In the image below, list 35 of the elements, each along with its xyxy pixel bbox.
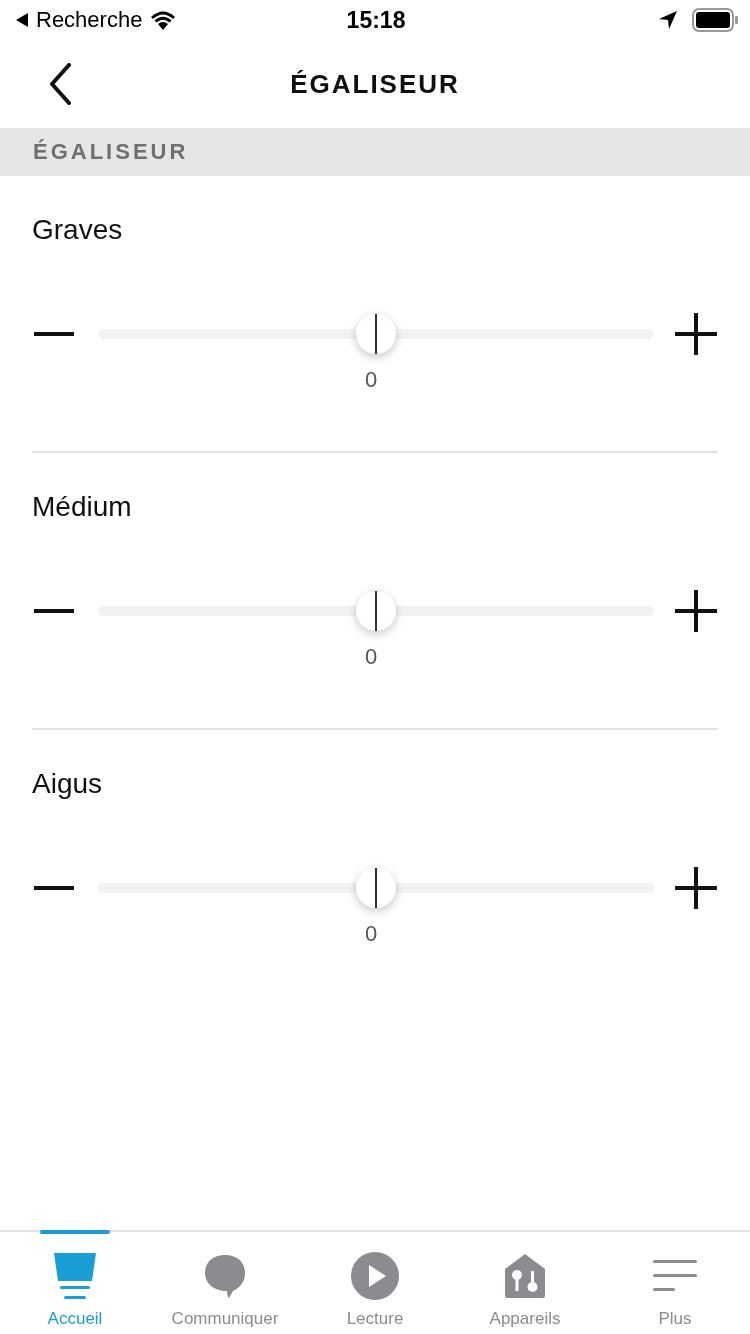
band-label: Médium: [32, 490, 132, 524]
play-icon: [350, 1251, 400, 1301]
location-arrow-icon: [658, 10, 678, 30]
band-label: Aigus: [32, 767, 103, 801]
back-triangle-icon[interactable]: [14, 12, 30, 28]
increase-button[interactable]: [674, 866, 718, 910]
menu-icon: [652, 1258, 698, 1294]
plus-icon: [675, 313, 717, 355]
section-title: ÉGALISEUR: [33, 139, 189, 165]
slider-thumb[interactable]: [356, 591, 396, 631]
speech-bubble-icon: [203, 1253, 247, 1299]
minus-icon: [34, 609, 74, 613]
minus-icon: [34, 886, 74, 890]
plus-icon: [675, 590, 717, 632]
plus-icon: [675, 867, 717, 909]
back-app-label[interactable]: Recherche: [36, 7, 143, 33]
minus-icon: [34, 332, 74, 336]
slider-thumb[interactable]: [356, 314, 396, 354]
slider-thumb[interactable]: [356, 868, 396, 908]
house-icon: [504, 1253, 546, 1299]
tab[interactable]: Plus: [600, 1232, 750, 1334]
tab[interactable]: Lecture: [300, 1232, 450, 1334]
slider-value: 0: [364, 368, 378, 392]
tab[interactable]: Appareils: [450, 1232, 600, 1334]
page-title: ÉGALISEUR: [290, 68, 460, 100]
slider-value: 0: [364, 645, 378, 669]
increase-button[interactable]: [674, 312, 718, 356]
increase-button[interactable]: [674, 589, 718, 633]
tab[interactable]: Communiquer: [150, 1232, 300, 1334]
band-label: Graves: [32, 213, 123, 247]
clock-time: 15:18: [346, 6, 406, 34]
tab[interactable]: Accueil: [0, 1232, 150, 1334]
slider-value: 0: [364, 922, 378, 946]
battery-icon: [692, 8, 738, 32]
back-chevron-icon: [48, 63, 72, 105]
